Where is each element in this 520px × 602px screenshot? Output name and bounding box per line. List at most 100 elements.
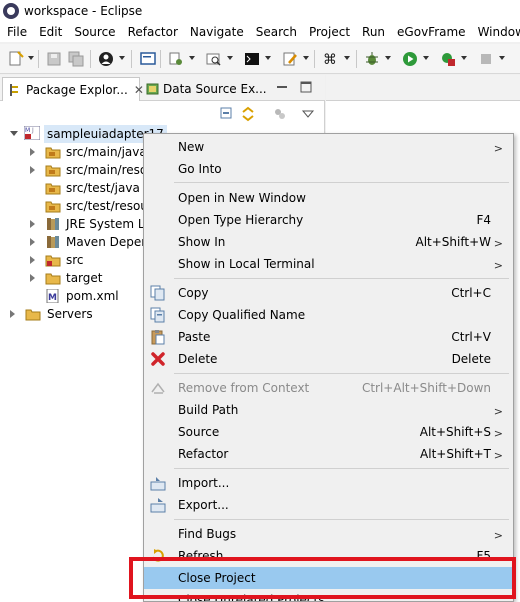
command-dropdown-icon[interactable]	[344, 56, 350, 60]
menu-item-export[interactable]: Export...	[144, 494, 513, 516]
menu-item-open-in-new-window[interactable]: Open in New Window	[144, 187, 513, 209]
expand-icon[interactable]	[30, 166, 35, 174]
user-profile-icon[interactable]	[98, 51, 114, 67]
submenu-arrow-icon: >	[493, 449, 503, 462]
menu-item-paste[interactable]: Paste Ctrl+V	[144, 326, 513, 348]
stop-dropdown-icon[interactable]	[499, 56, 505, 60]
open-type-icon[interactable]	[168, 51, 184, 67]
context-menu: New > Go Into Open in New Window Open Ty…	[143, 133, 514, 602]
export-icon	[150, 498, 166, 513]
menu-separator	[174, 182, 509, 183]
folder-icon	[25, 309, 41, 321]
console-icon[interactable]	[140, 51, 156, 67]
menu-run[interactable]: Run	[356, 22, 391, 42]
save-all-icon[interactable]	[68, 51, 84, 67]
menu-item-find-bugs[interactable]: Find Bugs >	[144, 523, 513, 545]
debug-icon[interactable]	[364, 51, 380, 67]
menu-item-new[interactable]: New >	[144, 136, 513, 158]
menu-item-shortcut: Ctrl+V	[451, 330, 491, 344]
menu-item-go-into[interactable]: Go Into	[144, 158, 513, 180]
focus-icon[interactable]	[272, 106, 288, 122]
edit-icon[interactable]	[282, 51, 298, 67]
toolbar-separator	[356, 50, 357, 68]
terminal-dropdown-icon[interactable]	[265, 56, 271, 60]
package-folder-icon	[45, 165, 61, 177]
external-tool-dropdown-icon[interactable]	[461, 56, 467, 60]
menu-file[interactable]: File	[0, 22, 33, 42]
menu-item-refactor[interactable]: Refactor Alt+Shift+T >	[144, 443, 513, 465]
svg-text:M: M	[48, 293, 57, 303]
edit-dropdown-icon[interactable]	[303, 56, 309, 60]
package-explorer-icon	[10, 83, 18, 96]
folder-icon	[45, 273, 61, 285]
menu-item-import[interactable]: Import...	[144, 472, 513, 494]
new-icon[interactable]	[8, 51, 24, 67]
menu-separator	[174, 373, 509, 374]
command-icon[interactable]: ⌘	[322, 51, 338, 67]
tab-data-source-explorer[interactable]: Data Source Ex...	[142, 77, 267, 101]
run-external-tool-icon[interactable]	[440, 51, 456, 67]
search-icon[interactable]	[206, 51, 222, 67]
toolbar-separator	[38, 50, 39, 68]
minimize-icon[interactable]	[276, 81, 288, 93]
menu-item-label: New	[178, 140, 205, 154]
menu-item-copy-qualified-name[interactable]: Copy Qualified Name	[144, 304, 513, 326]
menu-navigate[interactable]: Navigate	[184, 22, 250, 42]
menu-item-label: Remove from Context	[178, 381, 310, 395]
run-icon[interactable]	[402, 51, 418, 67]
terminal-icon[interactable]	[244, 51, 260, 67]
paste-icon	[151, 330, 165, 345]
expand-icon[interactable]	[30, 274, 35, 282]
expand-icon[interactable]	[30, 238, 35, 246]
folder-icon	[45, 255, 61, 267]
new-dropdown-icon[interactable]	[28, 56, 34, 60]
delete-icon	[151, 352, 165, 366]
expand-icon[interactable]	[30, 148, 35, 156]
submenu-arrow-icon: >	[493, 405, 503, 418]
menu-item-show-in[interactable]: Show In Alt+Shift+W >	[144, 231, 513, 253]
maven-file-icon: M	[46, 289, 59, 303]
package-folder-icon	[45, 183, 61, 195]
debug-dropdown-icon[interactable]	[385, 56, 391, 60]
view-tab-bar: Package Explor... ✕ Data Source Ex...	[0, 75, 325, 101]
remove-context-icon	[151, 382, 165, 394]
view-menu-icon[interactable]	[300, 106, 316, 122]
run-dropdown-icon[interactable]	[423, 56, 429, 60]
menu-item-copy[interactable]: Copy Ctrl+C	[144, 282, 513, 304]
menu-project[interactable]: Project	[303, 22, 356, 42]
toolbar-separator	[131, 50, 132, 68]
open-type-dropdown-icon[interactable]	[189, 56, 195, 60]
maximize-icon[interactable]	[300, 81, 312, 93]
menu-item-source[interactable]: Source Alt+Shift+S >	[144, 421, 513, 443]
menu-refactor[interactable]: Refactor	[122, 22, 184, 42]
profile-dropdown-icon[interactable]	[119, 56, 125, 60]
menu-search[interactable]: Search	[250, 22, 303, 42]
menu-item-label: Delete	[178, 352, 218, 366]
svg-text:M: M	[25, 127, 30, 134]
menu-egovframe[interactable]: eGovFrame	[391, 22, 472, 42]
search-dropdown-icon[interactable]	[227, 56, 233, 60]
window-title: workspace - Eclipse	[24, 4, 143, 18]
menu-window[interactable]: Window	[472, 22, 520, 42]
menu-source[interactable]: Source	[68, 22, 121, 42]
menu-item-delete[interactable]: Delete Delete	[144, 348, 513, 370]
expand-icon[interactable]	[30, 220, 35, 228]
tree-item-label: src/test/resour	[66, 199, 153, 213]
menu-edit[interactable]: Edit	[33, 22, 68, 42]
menu-item-label: Show in Local Terminal	[178, 257, 315, 271]
menu-bar: File Edit Source Refactor Navigate Searc…	[0, 22, 520, 42]
tab-package-explorer[interactable]: Package Explor... ✕	[2, 77, 144, 101]
expand-icon[interactable]	[10, 310, 15, 318]
tree-item-label: Servers	[47, 307, 93, 321]
expand-icon[interactable]	[30, 256, 35, 264]
menu-item-open-type-hierarchy[interactable]: Open Type Hierarchy F4	[144, 209, 513, 231]
menu-item-show-in-local-terminal[interactable]: Show in Local Terminal >	[144, 253, 513, 275]
save-icon[interactable]	[46, 51, 62, 67]
link-with-editor-icon[interactable]	[240, 106, 256, 122]
stop-icon[interactable]	[478, 51, 494, 67]
view-toolbar	[0, 102, 325, 126]
expand-icon[interactable]	[10, 131, 18, 136]
collapse-all-icon[interactable]	[218, 106, 234, 122]
menu-item-label: Import...	[178, 476, 230, 490]
menu-item-build-path[interactable]: Build Path >	[144, 399, 513, 421]
